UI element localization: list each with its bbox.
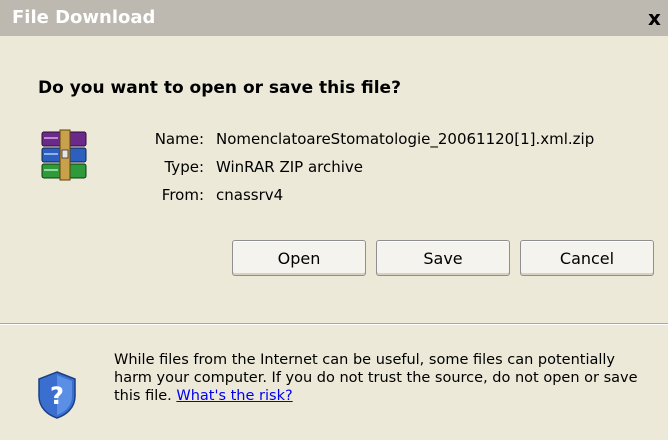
name-label: Name: (154, 130, 204, 148)
from-label: From: (161, 186, 204, 204)
winrar-archive-icon (41, 129, 87, 181)
security-warning: While files from the Internet can be use… (114, 351, 654, 405)
dialog-body: Do you want to open or save this file? N… (0, 36, 668, 440)
file-type-value: WinRAR ZIP archive (216, 158, 364, 176)
window-title: File Download (12, 7, 156, 28)
cancel-button[interactable]: Cancel (520, 240, 654, 276)
open-button[interactable]: Open (232, 240, 366, 276)
file-source-value: cnassrv4 (216, 186, 284, 204)
close-button[interactable]: x (648, 7, 668, 29)
section-divider-highlight (0, 324, 668, 325)
security-shield-icon: ? (38, 371, 76, 419)
title-bar[interactable]: File Download x (0, 0, 668, 36)
svg-text:?: ? (50, 382, 64, 410)
whats-the-risk-link[interactable]: What's the risk? (176, 388, 292, 404)
file-name-value: NomenclatoareStomatologie_20061120[1].xm… (216, 130, 595, 148)
save-button[interactable]: Save (376, 240, 510, 276)
type-label: Type: (164, 158, 204, 176)
dialog-question: Do you want to open or save this file? (38, 78, 401, 98)
